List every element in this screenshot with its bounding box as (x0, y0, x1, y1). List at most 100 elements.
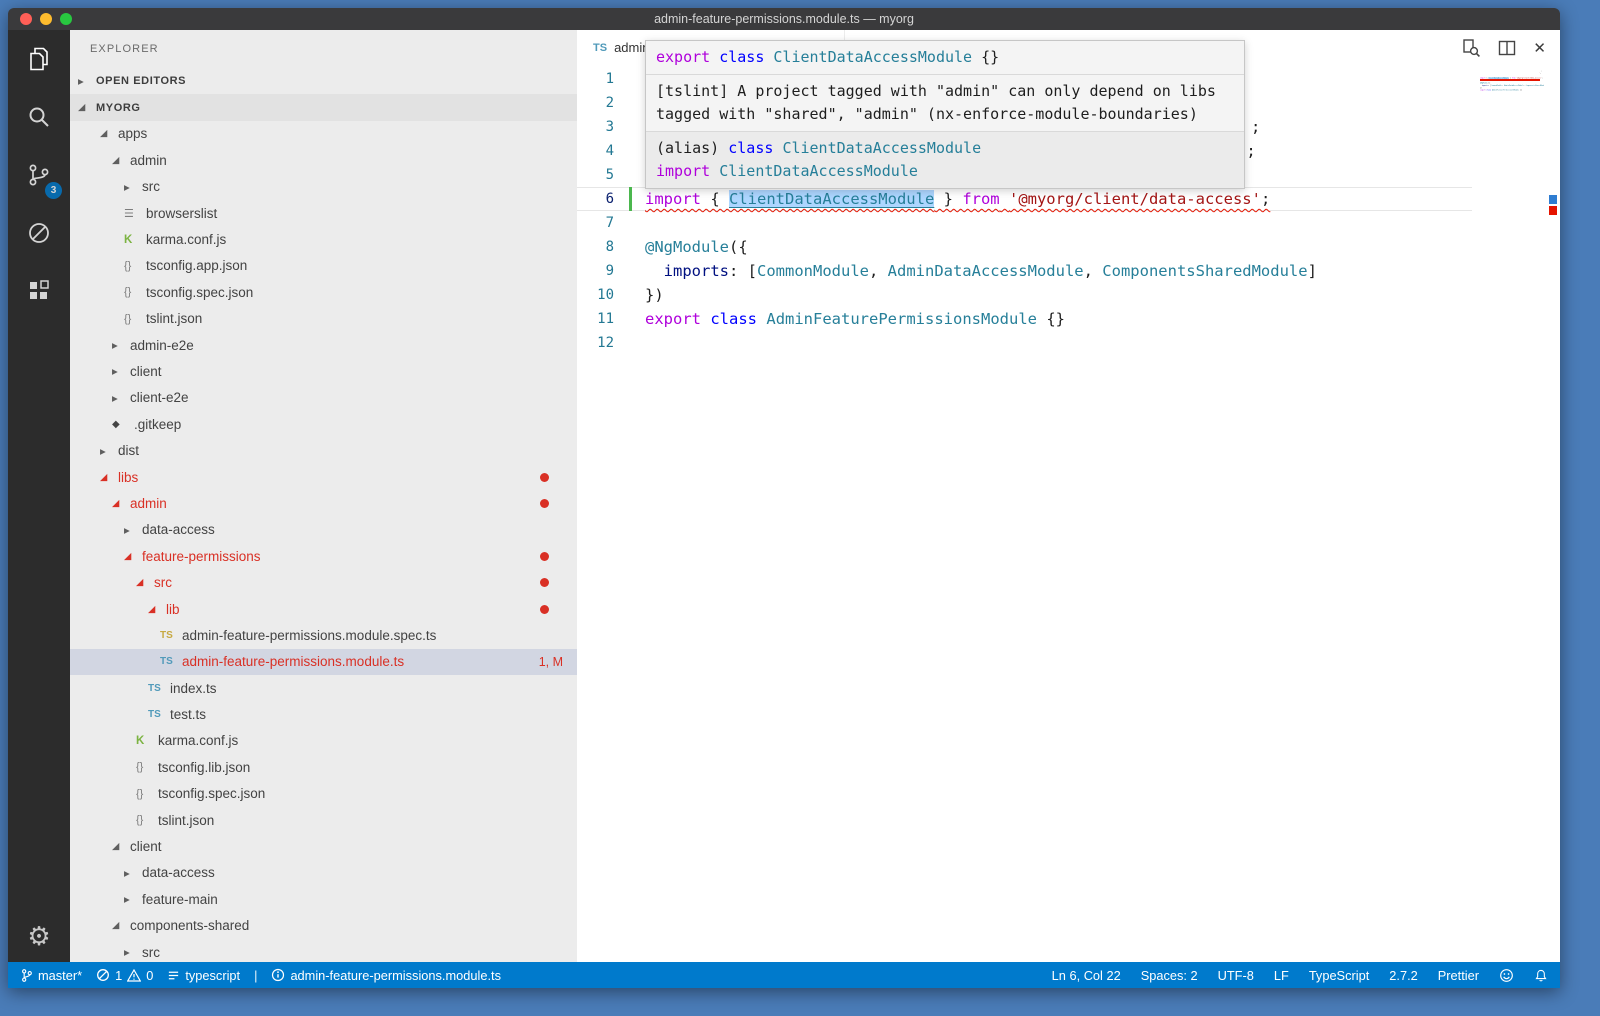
notifications-button[interactable] (1534, 968, 1548, 983)
twisty-icon: ▸ (112, 338, 127, 352)
activitybar-source-control[interactable]: 3 (8, 146, 70, 204)
code-token: ClientDataAccessModule (773, 48, 981, 66)
line-number: 10 (577, 283, 621, 307)
section-open-editors[interactable]: ▸OPEN EDITORS (70, 68, 577, 94)
tree-item-admin-feature-permissions-module-spec-ts[interactable]: TSadmin-feature-permissions.module.spec.… (70, 622, 577, 648)
code-token: ComponentsSharedModule (1526, 85, 1544, 87)
tree-item-src[interactable]: ▸src (70, 174, 577, 200)
tree-item-gitkeep[interactable]: ◆.gitkeep (70, 411, 577, 437)
item-label: apps (118, 126, 147, 141)
tree-item-tsconfig-spec-json[interactable]: {}tsconfig.spec.json (70, 781, 577, 807)
tree-item-feature-main[interactable]: ▸feature-main (70, 886, 577, 912)
item-label: tsconfig.spec.json (146, 285, 253, 300)
branch-name: master* (38, 968, 82, 983)
code-token: AdminDataAccessModule (1504, 85, 1524, 87)
tree-item-client[interactable]: ◢client (70, 833, 577, 859)
code-line-10[interactable]: 10}) (577, 283, 1472, 307)
code-line-9[interactable]: 9 imports: [CommonModule, AdminDataAcces… (577, 259, 1472, 283)
line-content: }) (621, 283, 664, 307)
linter-status[interactable]: typescript (167, 968, 240, 983)
tree-item-admin[interactable]: ◢admin (70, 490, 577, 516)
open-changes-button[interactable] (1461, 38, 1481, 58)
code-line-6[interactable]: 6import { ClientDataAccessModule } from … (577, 187, 1472, 211)
minimize-window-button[interactable] (40, 13, 52, 25)
activitybar-debug[interactable] (8, 204, 70, 262)
tree-item-src[interactable]: ◢src (70, 569, 577, 595)
item-label: data-access (142, 522, 215, 537)
line-content: @NgModule({ (621, 235, 748, 259)
list-file-icon: ☰ (124, 207, 143, 220)
tree-item-client-e2e[interactable]: ▸client-e2e (70, 385, 577, 411)
tree-item-data-access[interactable]: ▸data-access (70, 517, 577, 543)
tree-item-tsconfig-app-json[interactable]: {}tsconfig.app.json (70, 253, 577, 279)
close-window-button[interactable] (20, 13, 32, 25)
twisty-icon: ◢ (112, 920, 127, 931)
code-token: from (962, 190, 999, 208)
tree-item-browserslist[interactable]: ☰browserslist (70, 200, 577, 226)
code-line-7[interactable]: 7 (577, 211, 1472, 235)
close-editor-button[interactable]: ✕ (1533, 39, 1546, 57)
tree-item-karma-conf-js[interactable]: Kkarma.conf.js (70, 226, 577, 252)
minimap[interactable]: ;';import { ClientDataAccessModule } fro… (1480, 65, 1544, 175)
tree-item-admin[interactable]: ◢admin (70, 147, 577, 173)
minimap-line (1480, 91, 1544, 93)
status-prettier[interactable]: Prettier (1438, 968, 1479, 983)
file-tree: ▸OPEN EDITORS◢MYORG◢apps◢admin▸src☰brows… (70, 68, 577, 962)
tree-item-tslint-json[interactable]: {}tslint.json (70, 807, 577, 833)
activitybar-search[interactable] (8, 88, 70, 146)
activitybar-extensions[interactable] (8, 262, 70, 320)
tree-item-feature-permissions[interactable]: ◢feature-permissions (70, 543, 577, 569)
tree-item-tslint-json[interactable]: {}tslint.json (70, 306, 577, 332)
tree-item-karma-conf-js[interactable]: Kkarma.conf.js (70, 728, 577, 754)
tree-item-tsconfig-lib-json[interactable]: {}tsconfig.lib.json (70, 754, 577, 780)
split-editor-button[interactable] (1497, 38, 1517, 58)
code-line-12[interactable]: 12 (577, 331, 1472, 355)
vscode-window: admin-feature-permissions.module.ts — my… (8, 8, 1560, 988)
debug-disabled-icon (25, 219, 53, 247)
git-file-icon: ◆ (112, 419, 131, 430)
tree-item-components-shared[interactable]: ◢components-shared (70, 913, 577, 939)
code-line-8[interactable]: 8@NgModule({ (577, 235, 1472, 259)
code-line-11[interactable]: 11export class AdminFeaturePermissionsMo… (577, 307, 1472, 331)
status-lf[interactable]: LF (1274, 968, 1289, 983)
status-typescript[interactable]: TypeScript (1309, 968, 1369, 983)
line-number: 5 (577, 163, 621, 187)
tree-item-apps[interactable]: ◢apps (70, 121, 577, 147)
git-branch-status[interactable]: master* (20, 968, 82, 983)
item-label: client (130, 364, 162, 379)
linter-icon (167, 969, 180, 982)
settings-gear-button[interactable]: ⚙ (8, 921, 70, 952)
code-editor[interactable]: 123;4';56import { ClientDataAccessModule… (577, 65, 1472, 962)
activitybar-explorer[interactable] (8, 30, 70, 88)
overview-ruler[interactable] (1546, 65, 1560, 962)
zoom-window-button[interactable] (60, 13, 72, 25)
code-token: {} (981, 48, 999, 66)
status-ln-6-col-22[interactable]: Ln 6, Col 22 (1052, 968, 1121, 983)
tree-item-tsconfig-spec-json[interactable]: {}tsconfig.spec.json (70, 279, 577, 305)
section-myorg[interactable]: ◢MYORG (70, 94, 577, 120)
tree-item-admin-feature-permissions-module-ts[interactable]: TSadmin-feature-permissions.module.ts1, … (70, 649, 577, 675)
tree-item-client[interactable]: ▸client (70, 358, 577, 384)
code-token: , (869, 262, 888, 280)
tree-item-src[interactable]: ▸src (70, 939, 577, 962)
tree-item-index-ts[interactable]: TSindex.ts (70, 675, 577, 701)
code-token: ; (1542, 77, 1543, 79)
item-label: test.ts (170, 707, 206, 722)
status-spaces-2[interactable]: Spaces: 2 (1141, 968, 1198, 983)
tree-item-admin-e2e[interactable]: ▸admin-e2e (70, 332, 577, 358)
info-icon (271, 968, 285, 982)
item-label: src (154, 575, 172, 590)
problems-status[interactable]: 1 0 (96, 968, 153, 983)
feedback-button[interactable] (1499, 968, 1514, 983)
hover-alias-line: (alias) class ClientDataAccessModule (656, 137, 1234, 160)
tree-item-test-ts[interactable]: TStest.ts (70, 701, 577, 727)
editor-actions: ✕ (1461, 30, 1546, 65)
status-2-7-2[interactable]: 2.7.2 (1389, 968, 1417, 983)
tree-item-dist[interactable]: ▸dist (70, 437, 577, 463)
tree-item-libs[interactable]: ◢libs (70, 464, 577, 490)
active-file-status[interactable]: admin-feature-permissions.module.ts (271, 968, 501, 983)
status-utf-8[interactable]: UTF-8 (1218, 968, 1254, 983)
tree-item-data-access[interactable]: ▸data-access (70, 860, 577, 886)
tree-item-lib[interactable]: ◢lib (70, 596, 577, 622)
code-token: {} (1519, 89, 1522, 91)
